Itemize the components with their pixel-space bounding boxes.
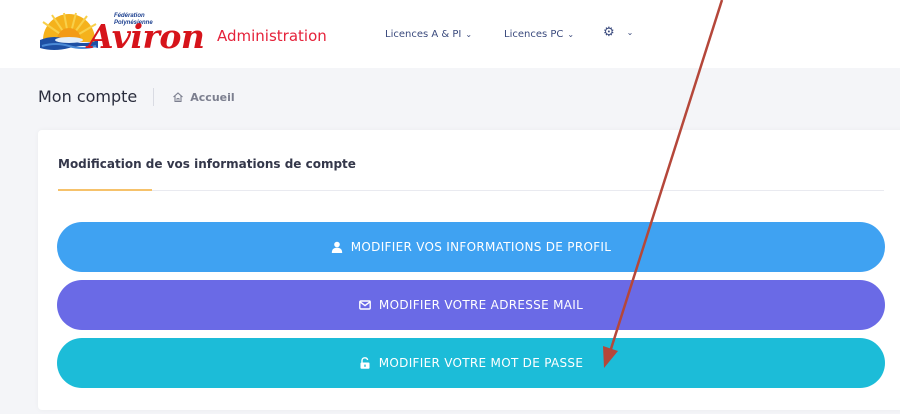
- envelope-icon: [359, 300, 371, 310]
- header-divider: [153, 88, 155, 106]
- button-label: MODIFIER VOS INFORMATIONS DE PROFIL: [350, 240, 612, 254]
- edit-password-button[interactable]: MODIFIER VOTRE MOT DE PASSE: [57, 338, 885, 388]
- nav-settings[interactable]: ⚙ ⌄: [603, 26, 633, 40]
- active-tab-indicator: [58, 189, 152, 191]
- user-icon: [331, 241, 342, 253]
- home-icon: [173, 92, 184, 103]
- chevron-down-icon: ⌄: [465, 30, 473, 39]
- button-label: MODIFIER VOTRE MOT DE PASSE: [378, 356, 584, 370]
- page-header: Mon compte Accueil: [38, 86, 235, 108]
- nav-licences-pc[interactable]: Licences PC ⌄: [504, 28, 574, 42]
- nav-item-label: Licences A & PI: [385, 29, 462, 40]
- button-label: MODIFIER VOTRE ADRESSE MAIL: [378, 298, 584, 312]
- gear-icon: ⚙: [603, 25, 615, 40]
- page-title: Mon compte: [38, 87, 138, 106]
- app-title[interactable]: Administration: [217, 26, 327, 46]
- breadcrumb-home: Accueil: [190, 90, 235, 104]
- nav-item-label: Licences PC: [504, 29, 564, 40]
- edit-email-button[interactable]: MODIFIER VOTRE ADRESSE MAIL: [57, 280, 885, 330]
- tab-account-info[interactable]: Modification de vos informations de comp…: [58, 156, 356, 172]
- logo-wordmark: Aviron: [88, 17, 205, 56]
- account-card: Modification de vos informations de comp…: [38, 130, 900, 410]
- tab-divider: [58, 190, 884, 191]
- aviron-logo[interactable]: Fédération Polynésienne Aviron: [34, 10, 205, 60]
- chevron-down-icon: ⌄: [626, 28, 634, 37]
- nav-licences-a-pi[interactable]: Licences A & PI ⌄: [385, 28, 472, 42]
- top-navbar: Fédération Polynésienne Aviron Administr…: [0, 0, 900, 68]
- edit-profile-button[interactable]: MODIFIER VOS INFORMATIONS DE PROFIL: [57, 222, 885, 272]
- chevron-down-icon: ⌄: [567, 30, 575, 39]
- breadcrumb[interactable]: Accueil: [172, 90, 235, 104]
- unlock-icon: [360, 357, 370, 369]
